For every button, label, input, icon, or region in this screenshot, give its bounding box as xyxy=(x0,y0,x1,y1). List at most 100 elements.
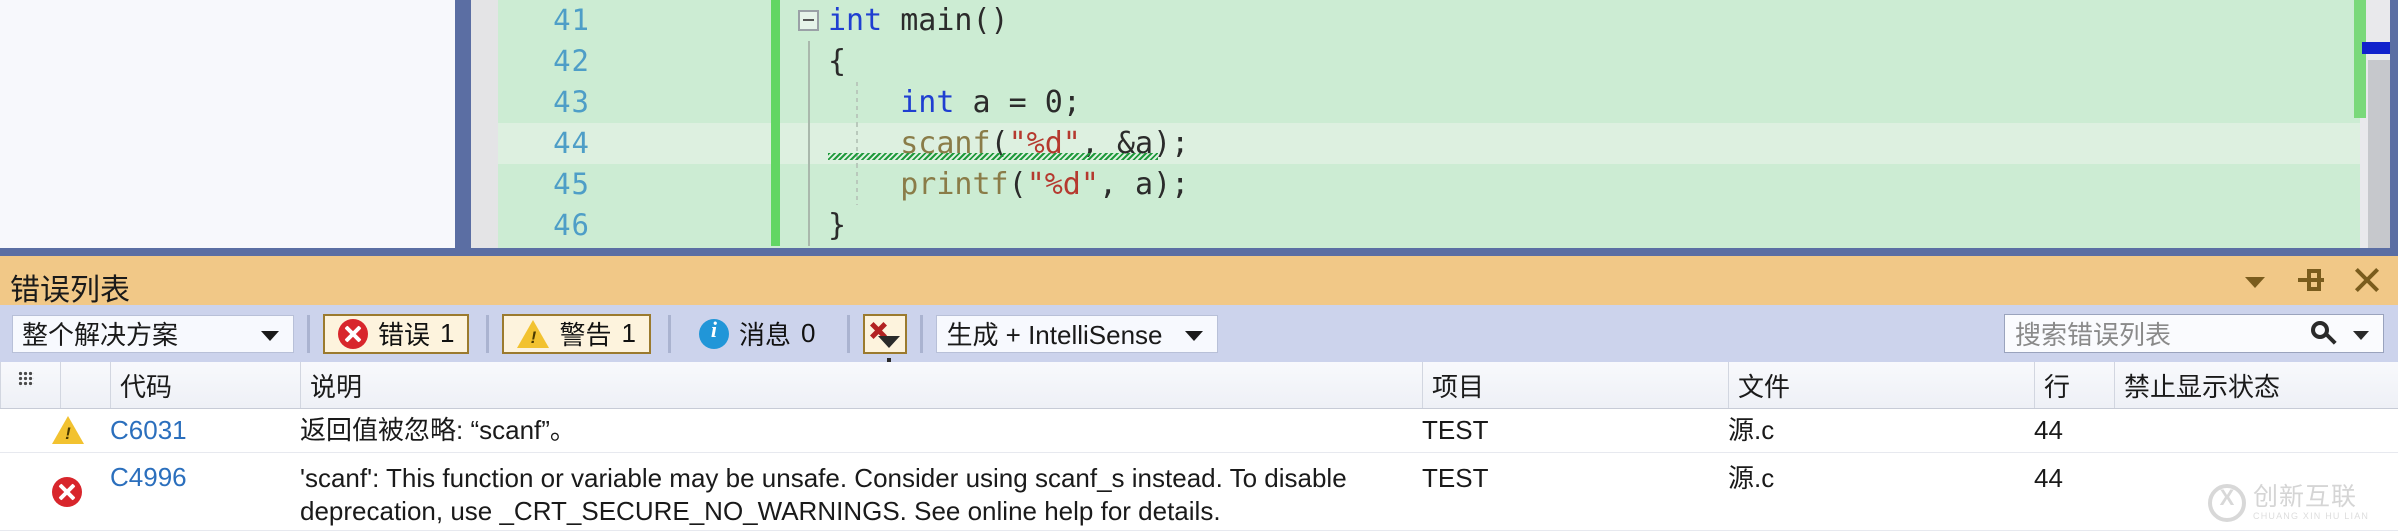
code-token: 0 xyxy=(1045,85,1063,120)
panel-close-button[interactable] xyxy=(2350,263,2384,297)
toolbar-separator xyxy=(486,315,489,353)
build-source-dropdown[interactable]: 生成 + IntelliSense xyxy=(936,315,1218,353)
editor-left-blank-pane xyxy=(0,0,455,248)
line-number: 45 xyxy=(498,164,590,205)
warnings-filter-count: 1 xyxy=(622,318,636,349)
panel-window-buttons xyxy=(2238,263,2384,297)
column-header-label: 禁止显示状态 xyxy=(2124,367,2280,404)
search-error-list[interactable]: 搜索错误列表 xyxy=(2004,314,2384,353)
code-token: } xyxy=(828,208,846,243)
errors-filter-button[interactable]: 错误 1 xyxy=(323,314,469,354)
cell-text-line2: deprecation, use _CRT_SECURE_NO_WARNINGS… xyxy=(300,496,1221,526)
scope-dropdown[interactable]: 整个解决方案 xyxy=(12,315,294,353)
errors-filter-label: 错误 xyxy=(378,315,430,352)
panel-dropdown-button[interactable] xyxy=(2238,263,2272,297)
code-text: scanf("%d", &a); xyxy=(828,123,1189,164)
column-header-marker[interactable] xyxy=(60,362,110,408)
search-icon[interactable] xyxy=(2311,321,2337,347)
line-number: 41 xyxy=(498,0,590,41)
code-line[interactable]: 43 int a = 0; xyxy=(498,82,2360,123)
chevron-down-icon xyxy=(261,331,279,341)
column-header-desc[interactable]: 说明 xyxy=(300,362,1422,408)
warnings-filter-button[interactable]: 警告 1 xyxy=(502,314,650,354)
code-token: "%d" xyxy=(1027,167,1099,202)
column-header-file[interactable]: 文件 xyxy=(1728,362,2034,408)
cell-line: 44 xyxy=(2034,408,2114,452)
code-token: ( xyxy=(1009,167,1027,202)
app-screen: 41int main()42{43 int a = 0;44 scanf("%d… xyxy=(0,0,2398,531)
change-bar xyxy=(771,164,780,205)
change-bar xyxy=(771,123,780,164)
error-list-grid: 代码说明项目文件行禁止显示状态 C6031返回值被忽略: “scanf”。TES… xyxy=(0,362,2398,531)
editor-change-bar xyxy=(2354,0,2366,118)
cell-line: 44 xyxy=(2034,453,2114,530)
code-line[interactable]: 44 scanf("%d", &a); xyxy=(498,123,2360,164)
code-token: int xyxy=(828,3,900,38)
warnings-filter-label: 警告 xyxy=(559,315,611,352)
scrollbar-thumb[interactable] xyxy=(2368,60,2390,250)
cell-text: 'scanf': This function or variable may b… xyxy=(300,462,1347,528)
brace-guide xyxy=(808,82,810,123)
code-lines: 41int main()42{43 int a = 0;44 scanf("%d… xyxy=(498,0,2360,246)
chevron-down-icon[interactable] xyxy=(2353,331,2369,340)
column-header-code[interactable]: 代码 xyxy=(110,362,300,408)
change-bar xyxy=(771,41,780,82)
change-bar xyxy=(771,82,780,123)
pin-icon xyxy=(2298,269,2324,291)
watermark-text-pinyin: CHUANG XIN HU LIAN xyxy=(2253,510,2369,522)
column-header-icon[interactable] xyxy=(0,362,60,408)
code-text: int main() xyxy=(828,0,1009,41)
code-line[interactable]: 46} xyxy=(498,205,2360,246)
code-token: () xyxy=(973,3,1009,38)
cell-desc: 返回值被忽略: “scanf”。 xyxy=(300,408,1422,452)
cell-desc: 'scanf': This function or variable may b… xyxy=(300,453,1422,530)
cell-file: 源.c xyxy=(1728,453,2034,530)
code-editor: 41int main()42{43 int a = 0;44 scanf("%d… xyxy=(0,0,2398,250)
code-token: printf xyxy=(900,167,1008,202)
code-line[interactable]: 45 printf("%d", a); xyxy=(498,164,2360,205)
column-header-project[interactable]: 项目 xyxy=(1422,362,1728,408)
change-bar xyxy=(771,205,780,246)
column-header-label: 文件 xyxy=(1738,367,1790,404)
code-text: int a = 0; xyxy=(828,82,1081,123)
line-number: 44 xyxy=(498,123,590,164)
line-number: 43 xyxy=(498,82,590,123)
line-number: 42 xyxy=(498,41,590,82)
messages-filter-button[interactable]: 消息 0 xyxy=(684,314,830,354)
error-icon xyxy=(52,477,82,507)
column-header-line[interactable]: 行 xyxy=(2034,362,2114,408)
editor-gutter-margin xyxy=(471,0,498,248)
warning-icon xyxy=(517,320,549,348)
fold-toggle-icon[interactable] xyxy=(798,10,819,31)
code-text: { xyxy=(828,41,846,82)
cell-text: C6031 xyxy=(110,415,187,446)
code-token: ; xyxy=(1063,85,1081,120)
table-row[interactable]: C4996 'scanf': This function or variable … xyxy=(0,453,2398,531)
panel-top-border xyxy=(0,248,2398,256)
code-text-area[interactable]: 41int main()42{43 int a = 0;44 scanf("%d… xyxy=(498,0,2360,248)
cell-code[interactable]: C6031 xyxy=(110,408,300,452)
table-row[interactable]: C6031返回值被忽略: “scanf”。TEST源.c44 xyxy=(0,408,2398,453)
toolbar-separator xyxy=(920,315,923,353)
cell-suppress xyxy=(2114,408,2376,452)
cell-text: C4996 xyxy=(110,462,187,493)
code-line[interactable]: 41 int main() xyxy=(498,0,2360,41)
error-list-title-bar: 错误列表 xyxy=(0,256,2398,305)
clear-filter-button[interactable] xyxy=(863,314,907,354)
toolbar-separator xyxy=(668,315,671,353)
cell-code[interactable]: C4996 xyxy=(110,453,300,530)
build-source-value: 生成 + IntelliSense xyxy=(946,315,1162,352)
brace-guide xyxy=(808,123,810,164)
column-header-suppress[interactable]: 禁止显示状态 xyxy=(2114,362,2376,408)
watermark-logo-icon xyxy=(2208,484,2246,522)
column-header-label: 行 xyxy=(2044,367,2070,404)
code-token: , a); xyxy=(1099,167,1189,202)
code-token: { xyxy=(828,44,846,79)
panel-pin-button[interactable] xyxy=(2294,263,2328,297)
code-token: a = xyxy=(973,85,1045,120)
cell-text: 返回值被忽略: “scanf”。 xyxy=(300,414,576,447)
cell-text: 44 xyxy=(2034,414,2063,447)
code-token xyxy=(828,167,900,202)
code-line[interactable]: 42 { xyxy=(498,41,2360,82)
cell-text: 源.c xyxy=(1728,414,1774,447)
